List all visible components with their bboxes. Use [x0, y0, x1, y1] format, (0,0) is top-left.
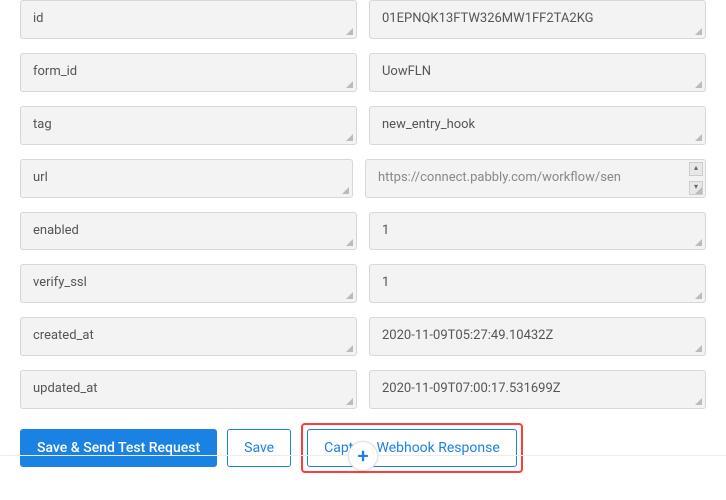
field-value-tag[interactable]: new_entry_hook — [369, 106, 706, 145]
field-key-created-at[interactable]: created_at — [20, 317, 357, 356]
field-value-updated-at[interactable]: 2020-11-09T07:00:17.531699Z — [369, 370, 706, 409]
form-fields-panel: id 01EPNQK13FTW326MW1FF2TA2KG form_id Uo… — [0, 0, 726, 495]
field-row-enabled: enabled 1 — [20, 212, 706, 251]
resize-handle-icon[interactable] — [345, 80, 355, 90]
resize-handle-icon[interactable] — [694, 344, 704, 354]
value-text: https://connect.pabbly.com/workflow/sen — [378, 170, 685, 187]
field-row-id: id 01EPNQK13FTW326MW1FF2TA2KG — [20, 0, 706, 39]
resize-handle-icon[interactable] — [345, 238, 355, 248]
resize-handle-icon[interactable] — [694, 397, 704, 407]
key-label: url — [33, 170, 48, 185]
field-key-url[interactable]: url — [20, 159, 353, 198]
field-value-id[interactable]: 01EPNQK13FTW326MW1FF2TA2KG — [369, 0, 706, 39]
field-key-enabled[interactable]: enabled — [20, 212, 357, 251]
field-value-verify-ssl[interactable]: 1 — [369, 264, 706, 303]
field-key-updated-at[interactable]: updated_at — [20, 370, 357, 409]
field-value-url[interactable]: https://connect.pabbly.com/workflow/sen … — [365, 159, 706, 198]
value-text: 1 — [382, 275, 693, 292]
field-row-verify-ssl: verify_ssl 1 — [20, 264, 706, 303]
field-row-created-at: created_at 2020-11-09T05:27:49.10432Z — [20, 317, 706, 356]
footer-divider: + — [0, 455, 726, 500]
field-key-form-id[interactable]: form_id — [20, 53, 357, 92]
scroll-up-icon[interactable]: ▴ — [689, 162, 703, 176]
field-row-updated-at: updated_at 2020-11-09T07:00:17.531699Z — [20, 370, 706, 409]
field-key-tag[interactable]: tag — [20, 106, 357, 145]
field-row-form-id: form_id UowFLN — [20, 53, 706, 92]
resize-handle-icon[interactable] — [345, 133, 355, 143]
resize-handle-icon[interactable] — [694, 80, 704, 90]
resize-handle-icon[interactable] — [345, 291, 355, 301]
resize-handle-icon[interactable] — [694, 186, 704, 196]
value-text: 2020-11-09T05:27:49.10432Z — [382, 328, 693, 345]
value-text: UowFLN — [382, 64, 693, 81]
field-key-verify-ssl[interactable]: verify_ssl — [20, 264, 357, 303]
resize-handle-icon[interactable] — [694, 133, 704, 143]
field-row-url: url https://connect.pabbly.com/workflow/… — [20, 159, 706, 198]
field-row-tag: tag new_entry_hook — [20, 106, 706, 145]
key-label: tag — [33, 117, 52, 132]
resize-handle-icon[interactable] — [345, 397, 355, 407]
value-text: 01EPNQK13FTW326MW1FF2TA2KG — [382, 11, 693, 28]
value-text: 2020-11-09T07:00:17.531699Z — [382, 381, 693, 398]
field-key-id[interactable]: id — [20, 0, 357, 39]
resize-handle-icon[interactable] — [694, 238, 704, 248]
plus-icon: + — [357, 446, 368, 466]
resize-handle-icon[interactable] — [694, 291, 704, 301]
field-value-created-at[interactable]: 2020-11-09T05:27:49.10432Z — [369, 317, 706, 356]
add-step-button[interactable]: + — [348, 441, 378, 471]
key-label: id — [33, 11, 44, 26]
field-value-enabled[interactable]: 1 — [369, 212, 706, 251]
resize-handle-icon[interactable] — [694, 27, 704, 37]
key-label: created_at — [33, 328, 94, 343]
key-label: updated_at — [33, 381, 98, 396]
value-text: 1 — [382, 223, 693, 240]
key-label: form_id — [33, 64, 77, 79]
field-value-form-id[interactable]: UowFLN — [369, 53, 706, 92]
resize-handle-icon[interactable] — [341, 186, 351, 196]
key-label: enabled — [33, 223, 79, 238]
resize-handle-icon[interactable] — [345, 344, 355, 354]
value-text: new_entry_hook — [382, 117, 693, 134]
resize-handle-icon[interactable] — [345, 27, 355, 37]
key-label: verify_ssl — [33, 275, 87, 290]
